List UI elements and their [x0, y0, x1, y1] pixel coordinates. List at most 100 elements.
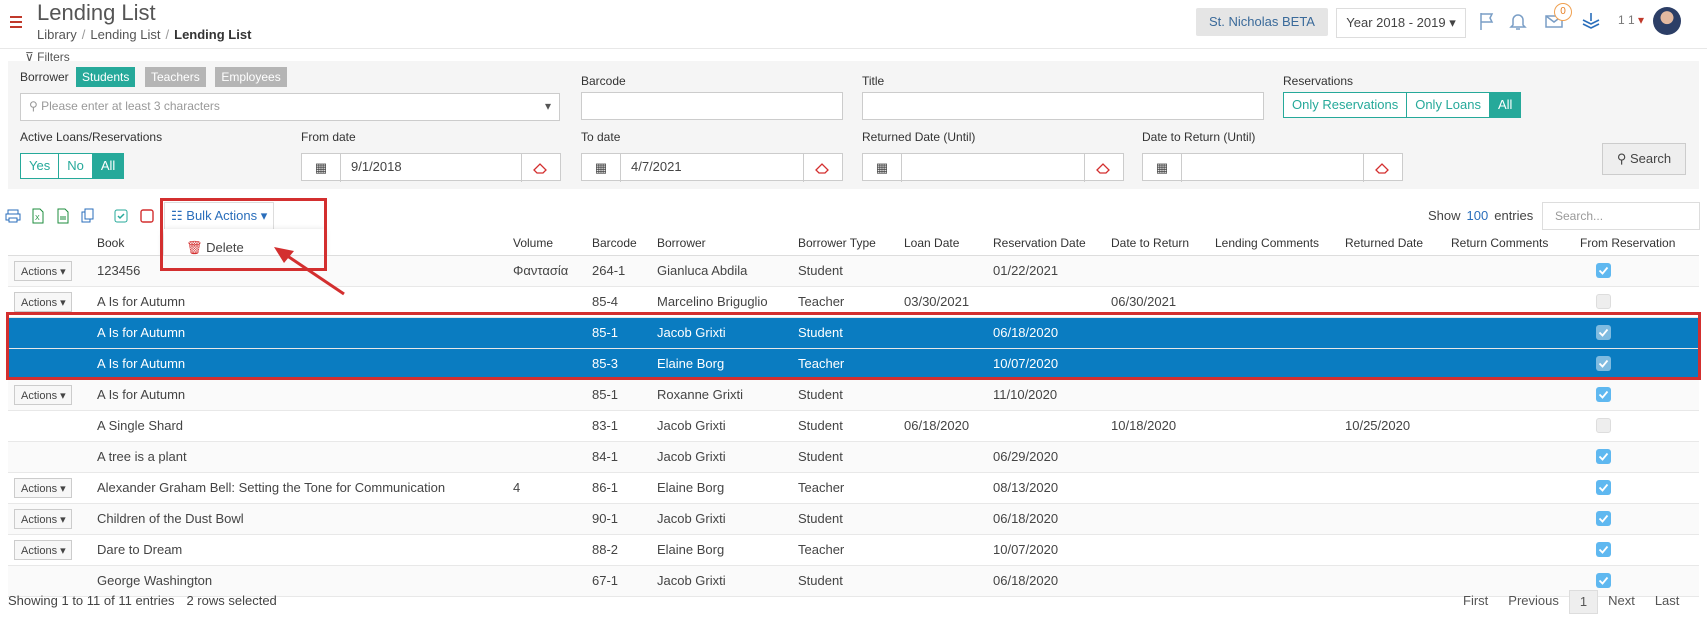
date-to-return-field[interactable]: ▦: [1142, 153, 1403, 182]
col-returned-date[interactable]: Returned Date: [1345, 233, 1423, 253]
barcode-label: Barcode: [581, 74, 626, 88]
option-yes[interactable]: Yes: [20, 153, 60, 179]
col-from-reservation[interactable]: From Reservation: [1580, 233, 1675, 253]
page-first[interactable]: First: [1453, 590, 1498, 614]
row-actions-button[interactable]: Actions ▾: [14, 478, 72, 498]
chevron-down-icon: ▾: [60, 483, 66, 495]
table-row[interactable]: A tree is a plant 84-1 Jacob Grixti Student…: [8, 442, 1699, 473]
tab-teachers[interactable]: Teachers: [145, 67, 206, 87]
col-return-comments[interactable]: Return Comments: [1451, 233, 1548, 253]
tab-employees[interactable]: Employees: [215, 67, 287, 87]
lending-table: Book Volume Barcode Borrower Borrower Ty…: [8, 233, 1699, 597]
from-date-field[interactable]: ▦ 9/1/2018: [301, 153, 561, 182]
page-1[interactable]: 1: [1568, 590, 1599, 614]
barcode-input[interactable]: [581, 92, 843, 120]
excel-icon[interactable]: X: [30, 208, 46, 224]
to-date-field[interactable]: ▦ 4/7/2021: [581, 153, 843, 182]
col-loan-date[interactable]: Loan Date: [904, 233, 959, 253]
calendar-icon[interactable]: ▦: [1143, 154, 1182, 182]
from-reservation-checkbox[interactable]: [1596, 480, 1611, 495]
page-last[interactable]: Last: [1645, 590, 1690, 614]
cell-book: George Washington: [97, 573, 213, 588]
page-length-select[interactable]: 100: [1467, 208, 1489, 223]
from-reservation-checkbox[interactable]: [1596, 387, 1611, 402]
row-actions-button[interactable]: Actions ▾: [14, 540, 72, 560]
cell-type: Student: [798, 418, 843, 433]
from-reservation-checkbox[interactable]: [1596, 573, 1611, 588]
from-reservation-checkbox[interactable]: [1596, 449, 1611, 464]
cell-type: Teacher: [798, 480, 845, 495]
annotation-arrow-icon: [274, 247, 345, 296]
option-all-reservations[interactable]: All: [1488, 92, 1522, 118]
notification-badge: 0: [1554, 3, 1572, 21]
table-search-input[interactable]: Search...: [1542, 202, 1700, 230]
option-only-loans[interactable]: Only Loans: [1406, 92, 1490, 118]
table-row[interactable]: Actions ▾ Dare to Dream 88-2 Elaine Borg Tea…: [8, 535, 1699, 566]
tab-students[interactable]: Students: [76, 67, 136, 87]
page-previous[interactable]: Previous: [1498, 590, 1569, 614]
active-loans-label: Active Loans/Reservations: [20, 130, 163, 144]
year-select[interactable]: Year 2018 - 2019 ▾: [1336, 8, 1466, 38]
breadcrumb-library[interactable]: Library: [37, 27, 77, 42]
menu-toggle-icon[interactable]: [10, 16, 22, 28]
cell-reservation: 11/10/2020: [993, 387, 1058, 402]
from-reservation-checkbox[interactable]: [1596, 294, 1611, 309]
search-icon: ⚲: [29, 99, 38, 113]
row-actions-button[interactable]: Actions ▾: [14, 509, 72, 529]
user-menu[interactable]: 1 1 ▾: [1618, 13, 1644, 27]
col-barcode[interactable]: Barcode: [592, 233, 637, 253]
col-book[interactable]: Book: [97, 233, 124, 253]
row-actions-button[interactable]: Actions ▾: [14, 385, 72, 405]
pagination: First Previous 1 Next Last: [1453, 590, 1689, 614]
calendar-icon[interactable]: ▦: [863, 154, 902, 182]
breadcrumb-lending-list[interactable]: Lending List: [90, 27, 160, 42]
calendar-icon[interactable]: ▦: [582, 154, 621, 182]
returned-date-field[interactable]: ▦: [862, 153, 1124, 182]
col-borrower-type[interactable]: Borrower Type: [798, 233, 876, 253]
row-actions-button[interactable]: Actions ▾: [14, 261, 72, 281]
page-next[interactable]: Next: [1598, 590, 1645, 614]
col-date-to-return[interactable]: Date to Return: [1111, 233, 1189, 253]
eraser-icon[interactable]: [1363, 154, 1402, 182]
from-reservation-checkbox[interactable]: [1596, 418, 1611, 433]
table-row[interactable]: Actions ▾ Alexander Graham Bell: Setting …: [8, 473, 1699, 504]
layers-icon[interactable]: [1580, 10, 1602, 32]
school-button[interactable]: St. Nicholas BETA: [1196, 8, 1328, 36]
cell-barcode: 83-1: [592, 418, 619, 433]
csv-icon[interactable]: [55, 208, 71, 224]
search-button[interactable]: ⚲ Search: [1602, 143, 1686, 175]
option-all-active[interactable]: All: [91, 153, 125, 179]
from-reservation-checkbox[interactable]: [1596, 542, 1611, 557]
cell-book: A Single Shard: [97, 418, 184, 433]
cell-borrower: Jacob Grixti: [657, 418, 726, 433]
cell-type: Student: [798, 263, 843, 278]
flag-icon[interactable]: [1476, 10, 1498, 32]
col-lending-comments[interactable]: Lending Comments: [1215, 233, 1319, 253]
select-all-icon[interactable]: [113, 208, 129, 224]
avatar[interactable]: [1653, 7, 1681, 35]
row-actions-button[interactable]: Actions ▾: [14, 292, 72, 312]
eraser-icon[interactable]: [521, 154, 560, 182]
from-reservation-checkbox[interactable]: [1596, 511, 1611, 526]
row-actions-label: Actions: [21, 514, 58, 526]
calendar-icon[interactable]: ▦: [302, 154, 341, 182]
col-volume[interactable]: Volume: [513, 233, 553, 253]
borrower-search-input[interactable]: ⚲ Please enter at least 3 characters ▾: [20, 93, 560, 121]
bell-icon[interactable]: [1507, 10, 1529, 32]
deselect-all-icon[interactable]: [139, 208, 155, 224]
title-input[interactable]: [862, 92, 1264, 120]
col-reservation-date[interactable]: Reservation Date: [993, 233, 1086, 253]
table-row[interactable]: Actions ▾ A Is for Autumn 85-1 Roxanne Grix…: [8, 380, 1699, 411]
header-divider: [0, 48, 1707, 49]
option-no[interactable]: No: [58, 153, 93, 179]
cell-reservation: 06/18/2020: [993, 511, 1059, 526]
col-borrower[interactable]: Borrower: [657, 233, 706, 253]
option-only-reservations[interactable]: Only Reservations: [1283, 92, 1408, 118]
table-row[interactable]: A Single Shard 83-1 Jacob Grixti Student 06/…: [8, 411, 1699, 442]
print-icon[interactable]: [5, 208, 21, 224]
eraser-icon[interactable]: [1084, 154, 1123, 182]
copy-icon[interactable]: [80, 208, 96, 224]
table-row[interactable]: Actions ▾ Children of the Dust Bowl 90-1 Ja…: [8, 504, 1699, 535]
eraser-icon[interactable]: [803, 154, 842, 182]
from-reservation-checkbox[interactable]: [1596, 263, 1611, 278]
